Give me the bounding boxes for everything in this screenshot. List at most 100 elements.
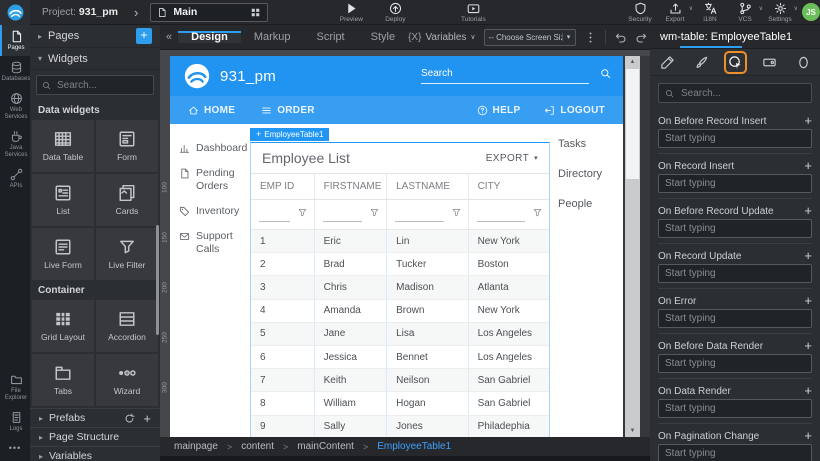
filter-cell[interactable] <box>387 200 468 229</box>
column-header-city[interactable]: CITY <box>469 174 549 199</box>
table-row[interactable]: 2BradTuckerBoston <box>251 253 549 276</box>
event-input[interactable] <box>658 309 812 328</box>
widget-tile-accordion[interactable]: Accordion <box>96 300 158 352</box>
property-search-input[interactable] <box>679 87 805 100</box>
breadcrumb-item[interactable]: content <box>241 441 274 452</box>
add-page-button[interactable] <box>136 28 152 44</box>
screen-size-select[interactable]: -- Choose Screen Size -- <box>484 29 576 46</box>
scroll-down-icon[interactable] <box>625 428 640 434</box>
app-link-directory[interactable]: Directory <box>558 168 615 180</box>
add-event-button[interactable] <box>804 161 812 171</box>
filter-cell[interactable] <box>315 200 388 229</box>
filter-input[interactable] <box>395 221 443 222</box>
tab-style[interactable]: Style <box>358 31 408 43</box>
inspector-tab-pencil-tab[interactable] <box>650 55 684 70</box>
rail-item-file-explorer[interactable]: File Explorer <box>0 368 30 406</box>
vcs-button[interactable]: VCS <box>731 2 759 23</box>
palette-row-variables[interactable]: Variables <box>30 446 160 461</box>
app-menu-support-calls[interactable]: Support Calls <box>170 224 250 262</box>
widget-tile-cards[interactable]: Cards <box>96 174 158 226</box>
table-row[interactable]: 6JessicaBennetLos Angeles <box>251 346 549 369</box>
table-row[interactable]: 9SallyJonesPhiladephia <box>251 416 549 438</box>
breadcrumb-item-active[interactable]: EmployeeTable1 <box>377 441 451 452</box>
inspector-tab-brush-tab[interactable] <box>684 55 718 70</box>
scroll-up-icon[interactable] <box>625 59 640 65</box>
pages-section-header[interactable]: Pages <box>30 25 160 48</box>
breadcrumb-item[interactable]: mainContent <box>297 441 354 452</box>
undo-button[interactable] <box>614 31 627 44</box>
rail-item-logs[interactable]: Logs <box>0 406 30 437</box>
add-event-button[interactable] <box>804 386 812 396</box>
tab-design[interactable]: Design <box>178 31 241 43</box>
widget-tile-form[interactable]: Form <box>96 120 158 172</box>
app-nav-order[interactable]: ORDER <box>261 105 315 116</box>
page-selector[interactable]: Main <box>150 3 268 22</box>
tab-markup[interactable]: Markup <box>241 31 304 43</box>
widget-tile-tabs[interactable]: Tabs <box>32 354 94 406</box>
table-row[interactable]: 8WilliamHoganSan Gabriel <box>251 392 549 415</box>
rail-item-pages[interactable]: Pages <box>0 25 30 56</box>
canvas-scrollbar[interactable] <box>625 56 640 437</box>
add-event-button[interactable] <box>804 296 812 306</box>
user-avatar[interactable]: JS <box>802 3 820 21</box>
scrollbar-thumb[interactable] <box>626 69 639 179</box>
table-row[interactable]: 1EricLinNew York <box>251 230 549 253</box>
app-menu-pending-orders[interactable]: Pending Orders <box>170 161 250 199</box>
rail-item-apis[interactable]: APIs <box>0 163 30 194</box>
widget-tile-data-table[interactable]: Data Table <box>32 120 94 172</box>
filter-cell[interactable] <box>469 200 549 229</box>
palette-scrollbar[interactable] <box>156 225 159 335</box>
filter-input[interactable] <box>259 221 290 222</box>
breadcrumb-item[interactable]: mainpage <box>174 441 218 452</box>
tab-script[interactable]: Script <box>304 31 358 43</box>
filter-input[interactable] <box>323 221 363 222</box>
variables-dropdown[interactable]: {X} Variables <box>408 32 475 43</box>
security-button[interactable]: Security <box>626 2 654 23</box>
add-event-button[interactable] <box>804 341 812 351</box>
inspector-tab-device-tab[interactable] <box>752 55 786 70</box>
rail-item-web-services[interactable]: Web Services <box>0 87 30 125</box>
table-row[interactable]: 4AmandaBrownNew York <box>251 300 549 323</box>
deploy-button[interactable]: Deploy <box>378 2 412 23</box>
app-nav-logout[interactable]: LOGOUT <box>544 105 605 116</box>
rail-item-java-services[interactable]: Java Services <box>0 125 30 163</box>
app-link-tasks[interactable]: Tasks <box>558 138 615 150</box>
tutorials-button[interactable]: Tutorials <box>456 2 490 23</box>
more-options-icon[interactable] <box>584 31 597 44</box>
event-input[interactable] <box>658 174 812 193</box>
add-event-button[interactable] <box>804 251 812 261</box>
search-icon[interactable] <box>600 68 611 79</box>
redo-button[interactable] <box>635 31 648 44</box>
filter-input[interactable] <box>477 221 525 222</box>
event-input[interactable] <box>658 354 812 373</box>
settings-button[interactable]: Settings <box>766 2 794 23</box>
app-menu-inventory[interactable]: Inventory <box>170 199 250 224</box>
widget-tile-list[interactable]: List <box>32 174 94 226</box>
widgets-section-header[interactable]: Widgets <box>30 48 160 70</box>
export-button[interactable]: Export <box>661 2 689 23</box>
column-header-lastname[interactable]: LASTNAME <box>387 174 468 199</box>
event-input[interactable] <box>658 264 812 283</box>
app-link-people[interactable]: People <box>558 198 615 210</box>
export-button[interactable]: EXPORT <box>486 153 538 164</box>
widget-tile-live-form[interactable]: Live Form <box>32 228 94 280</box>
widget-tile-live-filter[interactable]: Live Filter <box>96 228 158 280</box>
inspector-tab-events-tab[interactable] <box>718 55 752 70</box>
palette-row-prefabs[interactable]: Prefabs <box>30 408 160 427</box>
filter-cell[interactable] <box>251 200 315 229</box>
widget-search-input[interactable] <box>55 79 148 92</box>
event-input[interactable] <box>658 219 812 238</box>
collapse-panel-icon[interactable] <box>160 31 178 43</box>
grid-icon[interactable] <box>250 7 261 18</box>
add-event-button[interactable] <box>804 431 812 441</box>
widget-tile-grid-layout[interactable]: Grid Layout <box>32 300 94 352</box>
table-row[interactable]: 7KeithNeilsonSan Gabriel <box>251 369 549 392</box>
event-input[interactable] <box>658 399 812 418</box>
column-header-emp-id[interactable]: EMP ID <box>251 174 315 199</box>
rail-more-button[interactable]: ••• <box>0 437 30 461</box>
event-input[interactable] <box>658 129 812 148</box>
app-search-input[interactable]: Search <box>421 66 589 84</box>
add-prefab-button[interactable] <box>143 411 151 426</box>
data-table-widget[interactable]: EmployeeTable1 Employee List EXPORT EMP … <box>250 124 550 437</box>
inspector-tab-ring-tab[interactable] <box>786 55 820 70</box>
